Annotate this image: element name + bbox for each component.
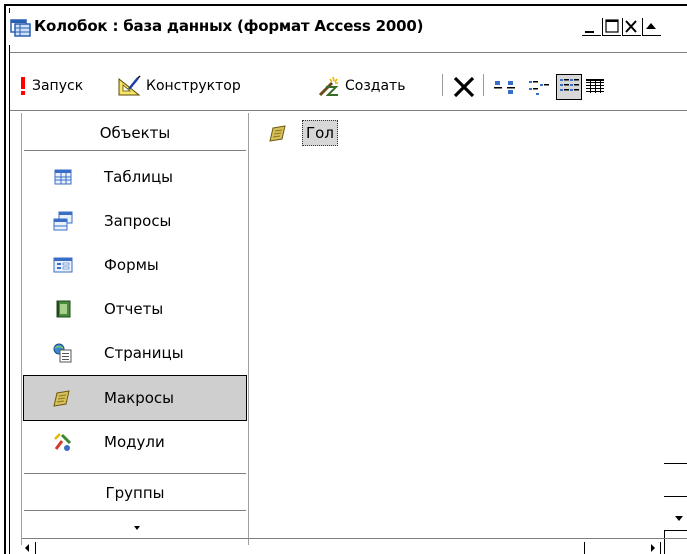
list-view-button[interactable] — [556, 74, 582, 100]
toolbar-separator-line — [10, 110, 687, 111]
sidebar-item-label: Модули — [104, 433, 165, 451]
details-view-button[interactable] — [584, 76, 606, 98]
toolbar-separator — [483, 74, 484, 96]
page-icon — [53, 343, 72, 363]
run-label: Запуск — [32, 78, 84, 94]
details-view-icon — [586, 79, 604, 93]
window-frame-top — [4, 4, 687, 6]
objects-header-divider — [24, 150, 246, 151]
groups-header[interactable]: Группы — [24, 478, 246, 508]
sidebar-scroll-down-icon[interactable] — [131, 524, 143, 532]
sidebar-item-reports[interactable]: Отчеты — [24, 287, 246, 331]
table-icon — [54, 169, 72, 185]
run-exclamation-icon — [21, 77, 25, 95]
objects-list-pane — [250, 114, 687, 544]
minimize-icon — [582, 31, 601, 36]
vscroll-edge — [664, 496, 687, 497]
list-view-icon — [560, 79, 579, 91]
window-title: Колобок : база данных (формат Access 200… — [34, 17, 424, 35]
horizontal-scrollbar[interactable] — [22, 545, 687, 554]
create-button[interactable]: Создать — [318, 72, 405, 100]
close-button[interactable] — [622, 17, 641, 37]
sidebar-item-label: Формы — [104, 256, 159, 274]
list-item-label: Гол — [302, 120, 338, 146]
scroll-left-icon[interactable] — [22, 542, 32, 554]
title-separator — [10, 52, 687, 53]
sidebar-item-modules[interactable]: Модули — [24, 420, 246, 464]
small-icons-view-button[interactable] — [528, 78, 550, 98]
run-button[interactable]: Запуск — [19, 72, 83, 100]
sidebar-item-queries[interactable]: Запросы — [24, 199, 246, 243]
scroll-right-icon[interactable] — [648, 542, 658, 554]
new-wand-icon — [318, 76, 339, 97]
sidebar-item-forms[interactable]: Формы — [24, 243, 246, 287]
groups-divider — [24, 473, 246, 474]
close-icon — [622, 18, 641, 36]
design-label: Конструктор — [146, 78, 241, 94]
hscroll-divider — [660, 542, 661, 554]
report-icon — [56, 300, 71, 318]
vscroll-down-icon[interactable] — [672, 514, 686, 524]
objects-header[interactable]: Объекты — [24, 118, 246, 148]
macro-icon — [269, 125, 286, 142]
hscroll-divider — [35, 542, 36, 554]
sidebar-border-left — [21, 113, 22, 545]
sidebar-item-macros[interactable]: Макросы — [23, 375, 247, 421]
hscroll-top-line — [22, 538, 687, 539]
sidebar-item-pages[interactable]: Страницы — [24, 331, 246, 375]
vscroll-edge — [664, 463, 687, 464]
access-database-window: Колобок : база данных (формат Access 200… — [0, 0, 687, 554]
sidebar-item-label: Макросы — [104, 389, 174, 407]
sidebar-item-label: Отчеты — [104, 300, 164, 318]
design-button[interactable]: Конструктор — [117, 72, 241, 100]
maximize-button[interactable] — [602, 17, 621, 37]
form-icon — [53, 257, 73, 273]
sidebar-item-tables[interactable]: Таблицы — [24, 155, 246, 199]
small-icons-view-icon — [529, 81, 549, 95]
large-icons-view-button[interactable] — [493, 78, 519, 98]
maximize-icon — [602, 18, 621, 36]
outer-scroll-up-button[interactable] — [642, 17, 661, 37]
groups-header-divider — [24, 510, 246, 511]
sidebar-item-label: Запросы — [104, 212, 172, 230]
large-icons-view-icon — [494, 81, 515, 94]
toolbar-separator — [442, 74, 443, 96]
create-label: Создать — [345, 78, 406, 94]
design-ruler-icon — [118, 75, 141, 96]
database-window-icon — [10, 19, 31, 37]
macro-icon — [53, 390, 70, 407]
groups-header-label: Группы — [105, 484, 165, 502]
list-item[interactable]: Гол — [268, 118, 338, 148]
hscroll-divider — [584, 542, 585, 554]
scroll-up-icon — [642, 18, 661, 36]
delete-button[interactable] — [452, 75, 476, 99]
sidebar-item-label: Таблицы — [104, 168, 173, 186]
sidebar-border-right — [248, 113, 249, 545]
query-icon — [53, 211, 73, 231]
delete-x-icon — [453, 76, 475, 98]
module-icon — [54, 433, 72, 451]
objects-header-label: Объекты — [99, 124, 171, 142]
sidebar-item-label: Страницы — [104, 344, 184, 362]
minimize-button[interactable] — [582, 17, 601, 37]
